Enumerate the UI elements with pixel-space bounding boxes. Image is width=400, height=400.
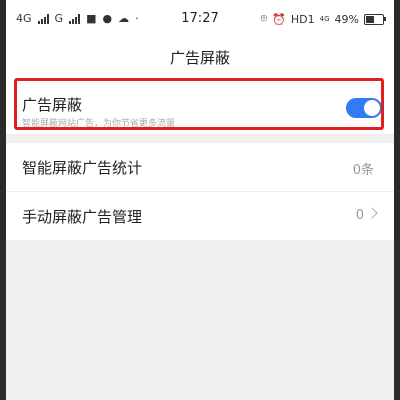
status-right: ⌾ ⏰ HD1 4G 49% xyxy=(260,12,386,26)
page-title: 广告屏蔽 xyxy=(6,38,394,82)
toggle-knob xyxy=(364,100,380,116)
manual-block-manage-label: 手动屏蔽广告管理 xyxy=(22,208,143,226)
smart-block-stats-label: 智能屏蔽广告统计 xyxy=(22,159,143,177)
battery-icon xyxy=(364,13,386,25)
network-type-right: 4G xyxy=(319,15,330,23)
ad-block-row[interactable]: 广告屏蔽 智能屏蔽网站广告，为你节省更多流量 xyxy=(6,82,394,135)
location-icon: ⌾ xyxy=(260,12,268,25)
manual-block-manage-value: 0 xyxy=(355,208,364,223)
smart-block-stats-value: 0条 xyxy=(352,163,374,178)
manual-block-manage-row[interactable]: 手动屏蔽广告管理 0 xyxy=(6,192,394,241)
hd-label: HD1 xyxy=(290,12,315,26)
alarm-icon: ⏰ xyxy=(272,12,286,26)
battery-percent: 49% xyxy=(334,12,359,26)
smart-block-stats-row[interactable]: 智能屏蔽广告统计 0条 xyxy=(6,143,394,192)
ad-block-title: 广告屏蔽 xyxy=(22,96,83,114)
ad-block-toggle[interactable] xyxy=(346,98,382,118)
status-bar: 4G G ■ ● ☁ · 17:27 ⌾ ⏰ HD1 4G 49% xyxy=(6,0,394,38)
chevron-right-icon xyxy=(366,207,378,219)
ad-block-subtitle: 智能屏蔽网站广告，为你节省更多流量 xyxy=(22,119,176,129)
phone-screen: 4G G ■ ● ☁ · 17:27 ⌾ ⏰ HD1 4G 49% 广告屏蔽 广… xyxy=(6,0,394,400)
